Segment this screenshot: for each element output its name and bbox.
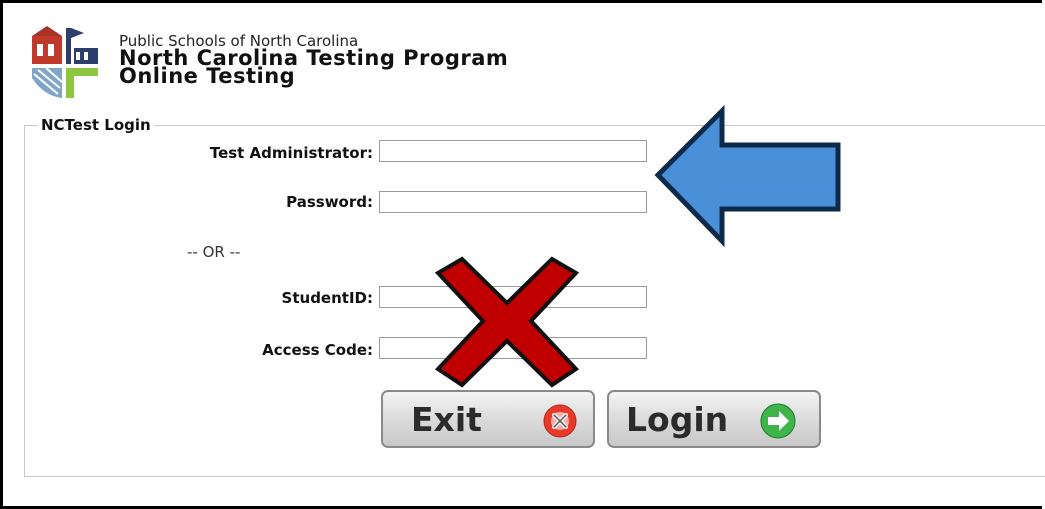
exit-button[interactable]: Exit [381, 390, 595, 448]
admin-label: Test Administrator: [209, 144, 373, 162]
access-code-label: Access Code: [262, 341, 373, 359]
arrow-right-circle-icon [760, 403, 796, 439]
student-id-label: StudentID: [281, 289, 373, 307]
red-x-annotation [434, 256, 580, 388]
password-input[interactable] [379, 191, 647, 213]
password-label: Password: [286, 193, 373, 211]
blue-arrow-annotation [654, 105, 841, 248]
x-circle-icon [543, 404, 577, 438]
exit-button-label: Exit [411, 400, 482, 439]
nc-dpi-logo [32, 26, 98, 98]
login-button-label: Login [626, 400, 729, 439]
admin-input[interactable] [379, 140, 647, 162]
or-separator: -- OR -- [187, 243, 241, 261]
login-legend: NCTest Login [38, 116, 154, 134]
header-text: Public Schools of North Carolina North C… [119, 33, 508, 87]
login-button[interactable]: Login [607, 390, 821, 448]
